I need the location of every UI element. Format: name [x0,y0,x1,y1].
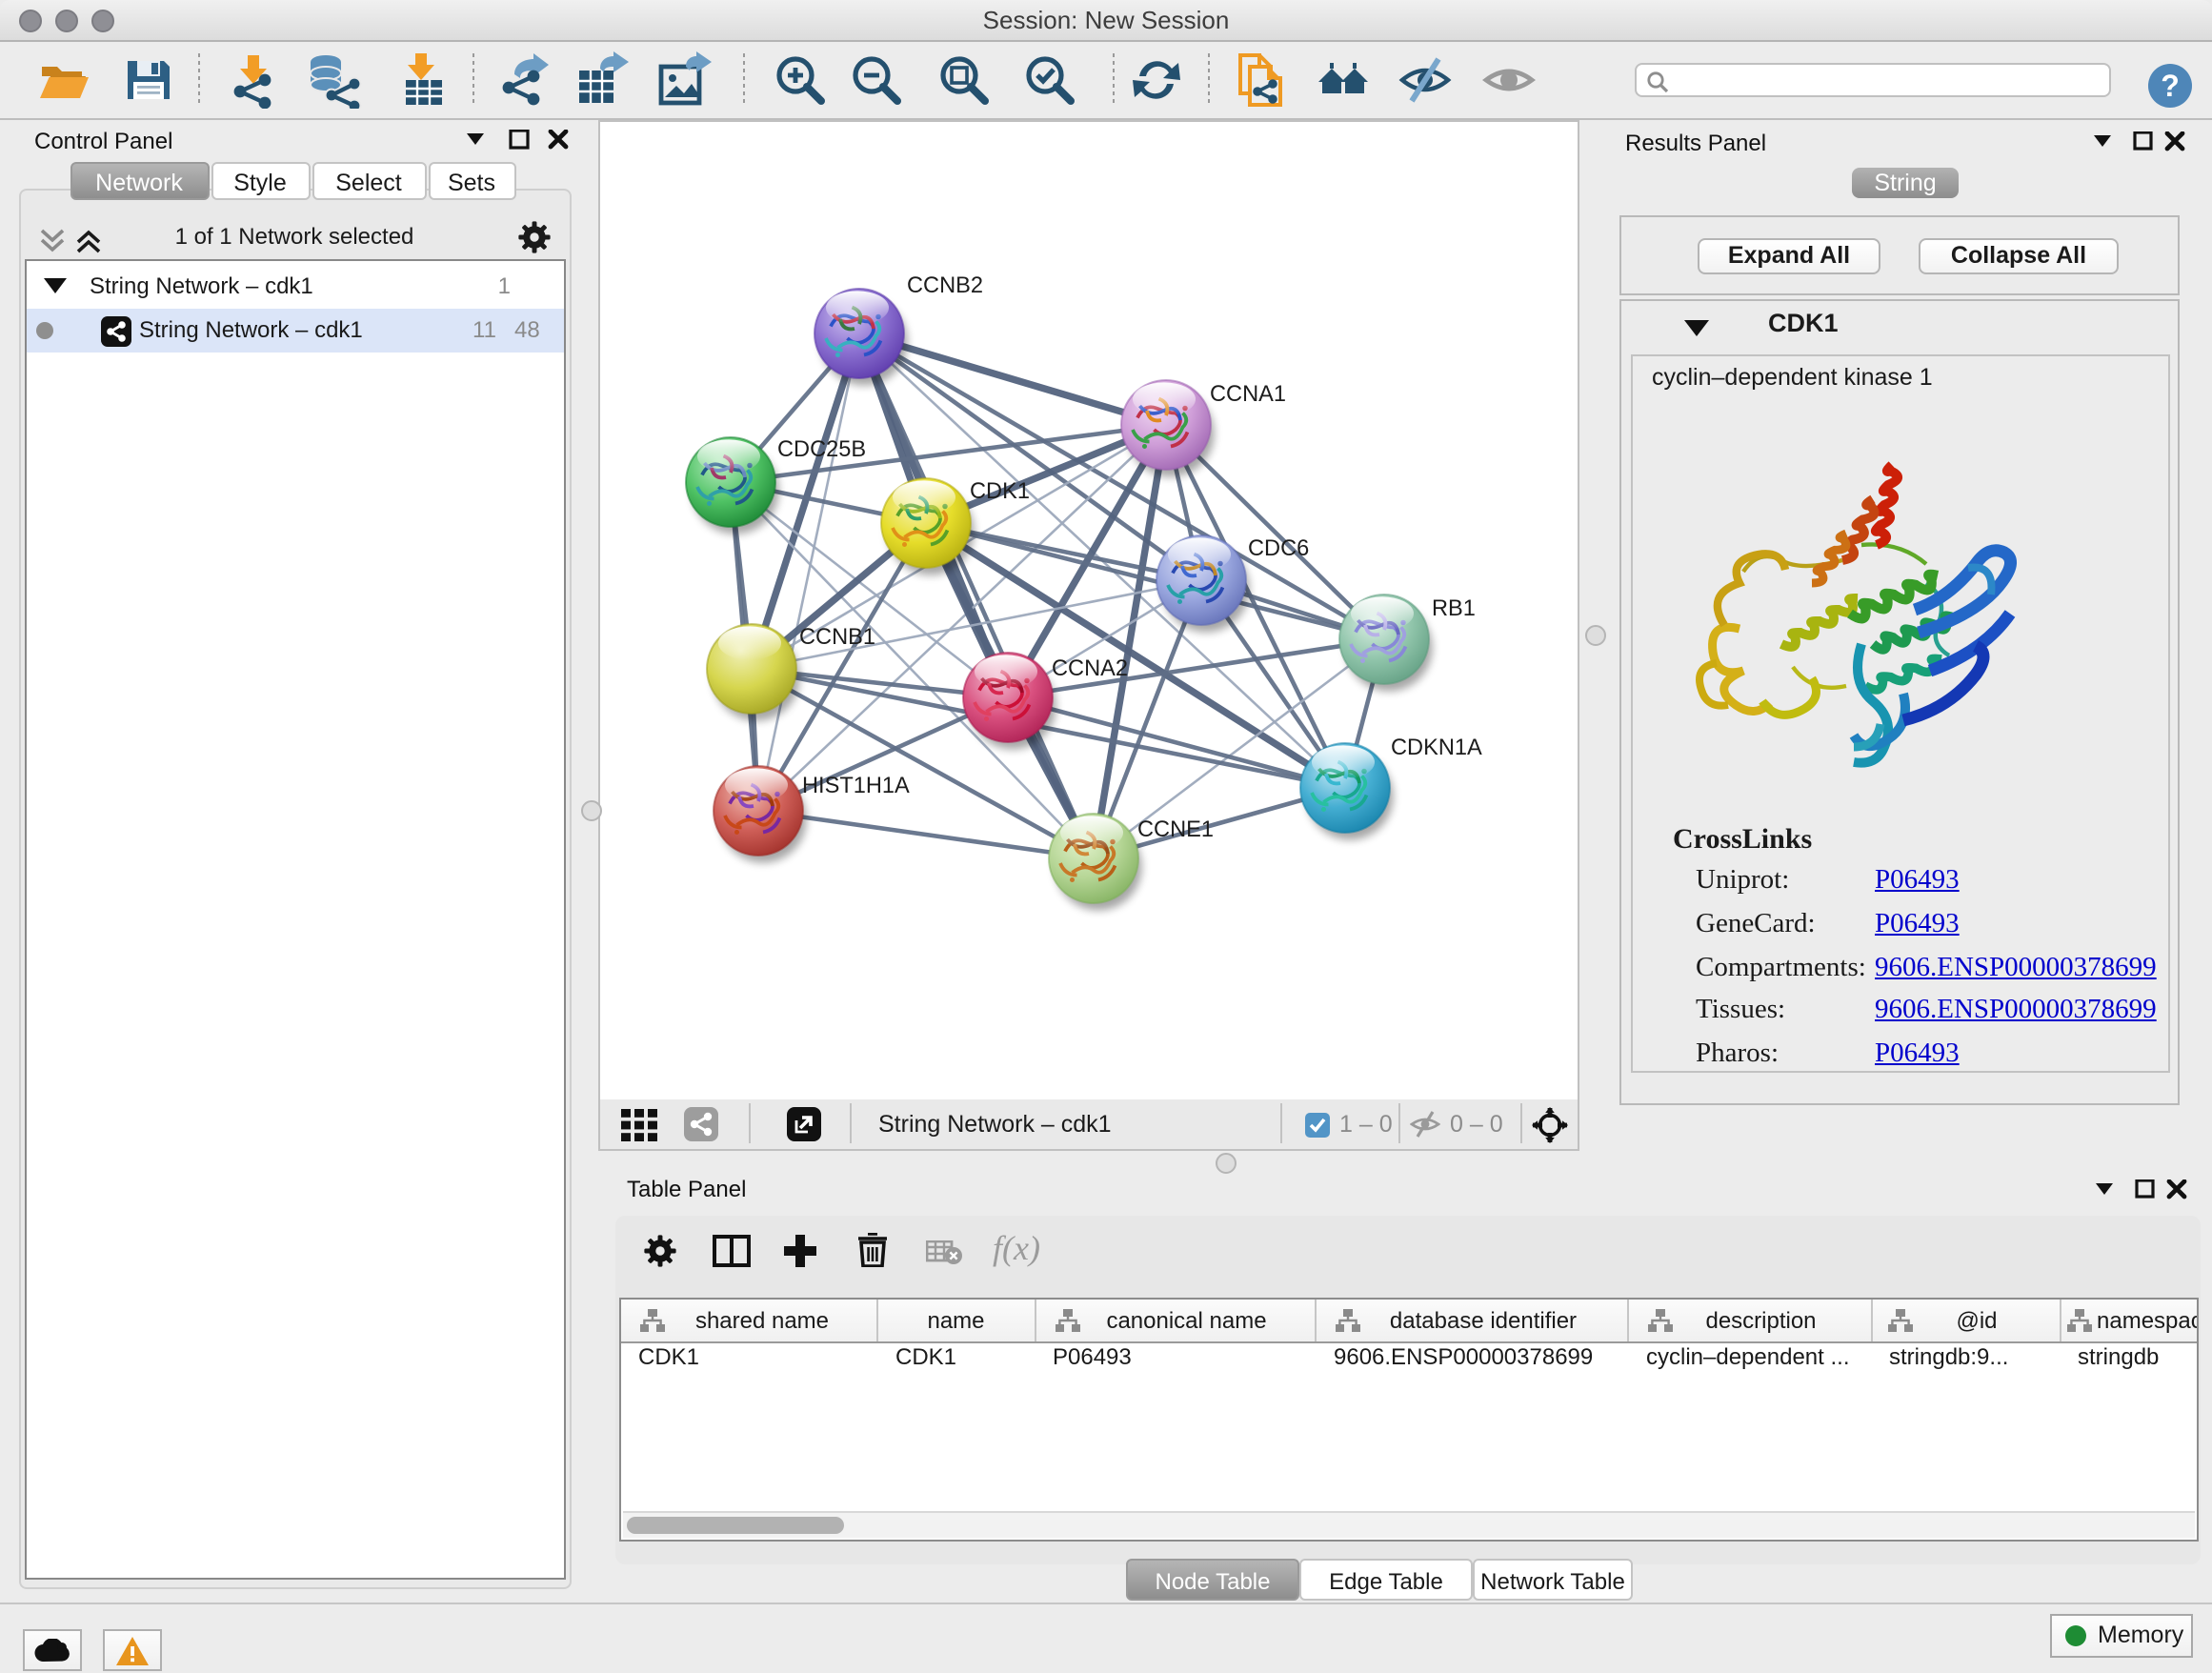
svg-text:CDC25B: CDC25B [777,437,866,462]
svg-text:CCNA1: CCNA1 [1210,382,1286,407]
svg-text:HIST1H1A: HIST1H1A [802,774,910,798]
svg-text:CCNA2: CCNA2 [1052,656,1128,681]
svg-text:CDKN1A: CDKN1A [1391,736,1482,760]
svg-text:CCNB2: CCNB2 [907,273,983,298]
svg-text:CCNB1: CCNB1 [799,625,875,650]
svg-text:CCNE1: CCNE1 [1137,817,1214,842]
svg-text:RB1: RB1 [1432,596,1476,621]
svg-text:CDC6: CDC6 [1248,536,1309,561]
svg-text:?: ? [2161,69,2180,103]
svg-text:CDK1: CDK1 [970,479,1030,504]
